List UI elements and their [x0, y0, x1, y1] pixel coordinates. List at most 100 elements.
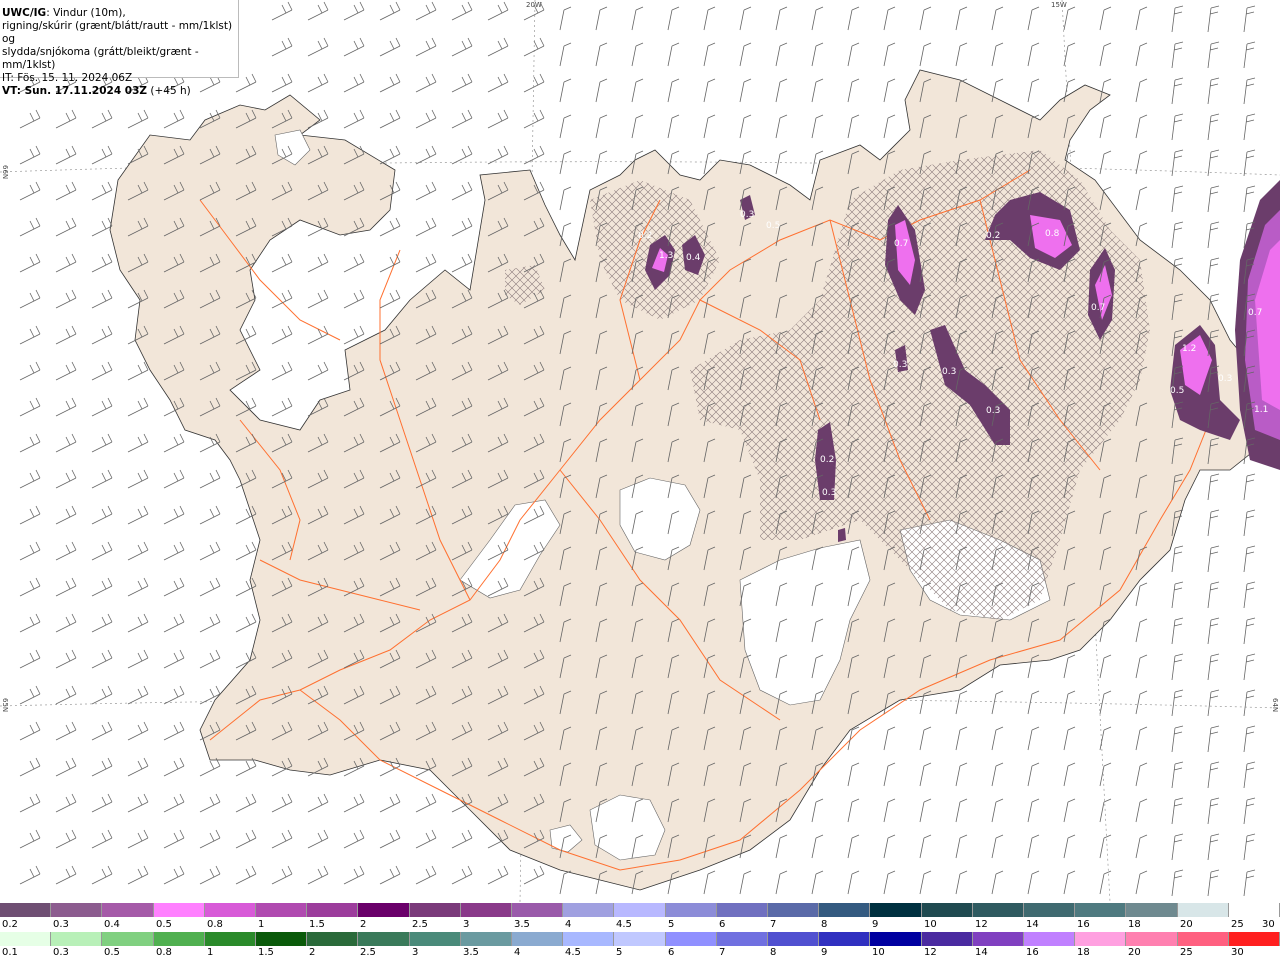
map-label: 0.3: [1218, 374, 1232, 384]
scale-label: 0.3: [53, 919, 69, 930]
map-label: 0.3: [740, 210, 754, 220]
map-label: 1.3: [659, 251, 673, 261]
scale-cell: [0, 932, 52, 946]
scale-label: 8: [821, 919, 828, 930]
valid-offset: (+45 h): [147, 85, 191, 97]
scale-cell: [102, 932, 154, 946]
map-label: 0.3: [822, 488, 836, 498]
scale-label: 20: [1128, 947, 1141, 958]
map-label: 0.7: [894, 239, 908, 249]
scale-label: 4.5: [565, 947, 581, 958]
scale-cell: [716, 903, 769, 917]
scale-cell: [256, 903, 308, 917]
scale-cell: [358, 903, 410, 917]
snow-color-scale: [0, 903, 1280, 917]
scale-cell: [358, 932, 410, 946]
map-label: 0.3: [893, 360, 907, 370]
scale-cell: [972, 903, 1025, 917]
scale-cell: [307, 932, 359, 946]
scale-cell: [1126, 903, 1178, 917]
scale-label: 16: [1077, 919, 1090, 930]
scale-cell: [307, 903, 359, 917]
scale-label: 6: [668, 947, 675, 958]
scale-label: 2: [309, 947, 316, 958]
scale-cell: [819, 903, 871, 917]
scale-cell: [460, 903, 513, 917]
scale-label: 20: [1180, 919, 1193, 930]
scale-label: 2.5: [412, 919, 428, 930]
scale-cell: [0, 903, 52, 917]
scale-cell: [614, 903, 666, 917]
map-label: 0.2: [638, 231, 652, 241]
scale-label: 5: [668, 919, 675, 930]
scale-label: 1: [207, 947, 214, 958]
map-label: 0.3: [942, 367, 956, 377]
scale-label: 7: [719, 947, 726, 958]
scale-cell: [1126, 932, 1178, 946]
scale-cell: [51, 903, 103, 917]
scale-label: 4.5: [616, 919, 632, 930]
map-label: 0.2: [820, 455, 834, 465]
scale-label: 6: [719, 919, 726, 930]
scale-label: 1: [258, 919, 265, 930]
scale-label: 12: [924, 947, 937, 958]
map-label: 0.7: [1248, 308, 1262, 318]
map-label: 1.1: [1254, 405, 1268, 415]
scale-cell: [512, 903, 564, 917]
title-line1: : Vindur (10m),: [46, 7, 126, 19]
map-label: 0.5: [766, 221, 780, 231]
scale-label: 30: [1262, 919, 1275, 930]
scale-label: 3: [412, 947, 419, 958]
scale-label: 1.5: [258, 947, 274, 958]
scale-label: 14: [975, 947, 988, 958]
scale-label: 0.8: [156, 947, 172, 958]
scale-cell: [921, 903, 973, 917]
scale-cell: [1024, 903, 1076, 917]
scale-cell: [409, 903, 461, 917]
scale-cell: [512, 932, 564, 946]
scale-label: 4: [514, 947, 521, 958]
scale-cell: [1024, 932, 1076, 946]
snow-scale-labels: 0.2 0.3 0.4 0.5 0.8 1 1.5 2 2.5 3 3.5 4 4.5 5 6 7 8 9 10 12…: [0, 919, 1280, 931]
map-label: 1.2: [1182, 344, 1196, 354]
scale-label: 0.3: [53, 947, 69, 958]
scale-label: 18: [1128, 919, 1141, 930]
map-label: 0.4: [686, 253, 701, 263]
scale-label: 10: [872, 947, 885, 958]
scale-label: 5: [616, 947, 623, 958]
scale-cell: [1075, 903, 1127, 917]
scale-cell: [819, 932, 871, 946]
scale-cell: [768, 903, 820, 917]
lon-label-20w: 20W: [526, 1, 542, 9]
scale-label: 3.5: [463, 947, 479, 958]
map-label: 0.3: [986, 406, 1000, 416]
scale-label: 14: [1026, 919, 1039, 930]
scale-cell: [768, 932, 820, 946]
scale-cell: [1228, 932, 1280, 946]
map-label: 0.2: [986, 231, 1000, 241]
scale-label: 16: [1026, 947, 1039, 958]
scale-cell: [153, 903, 205, 917]
scale-label: 3: [463, 919, 470, 930]
scale-cell: [870, 903, 922, 917]
map-label: 0.8: [1045, 229, 1060, 239]
scale-label: 12: [975, 919, 988, 930]
scale-label: 0.8: [207, 919, 223, 930]
scale-label: 2.5: [360, 947, 376, 958]
lon-label-15w: 15W: [1051, 1, 1067, 9]
scale-cell: [665, 932, 717, 946]
scale-cell: [204, 932, 257, 946]
scale-label: 10: [924, 919, 937, 930]
scale-label: 3.5: [514, 919, 530, 930]
scale-cell: [1177, 932, 1229, 946]
scale-cell: [256, 932, 308, 946]
scale-cell: [870, 932, 922, 946]
scale-cell: [204, 903, 257, 917]
scale-cell: [102, 903, 154, 917]
scale-label: 8: [770, 947, 777, 958]
scale-cell: [1075, 932, 1127, 946]
scale-cell: [972, 932, 1025, 946]
scale-cell: [1228, 903, 1280, 917]
init-time: IT: Fös. 15. 11. 2024 06Z: [2, 72, 133, 84]
scale-cell: [716, 932, 769, 946]
